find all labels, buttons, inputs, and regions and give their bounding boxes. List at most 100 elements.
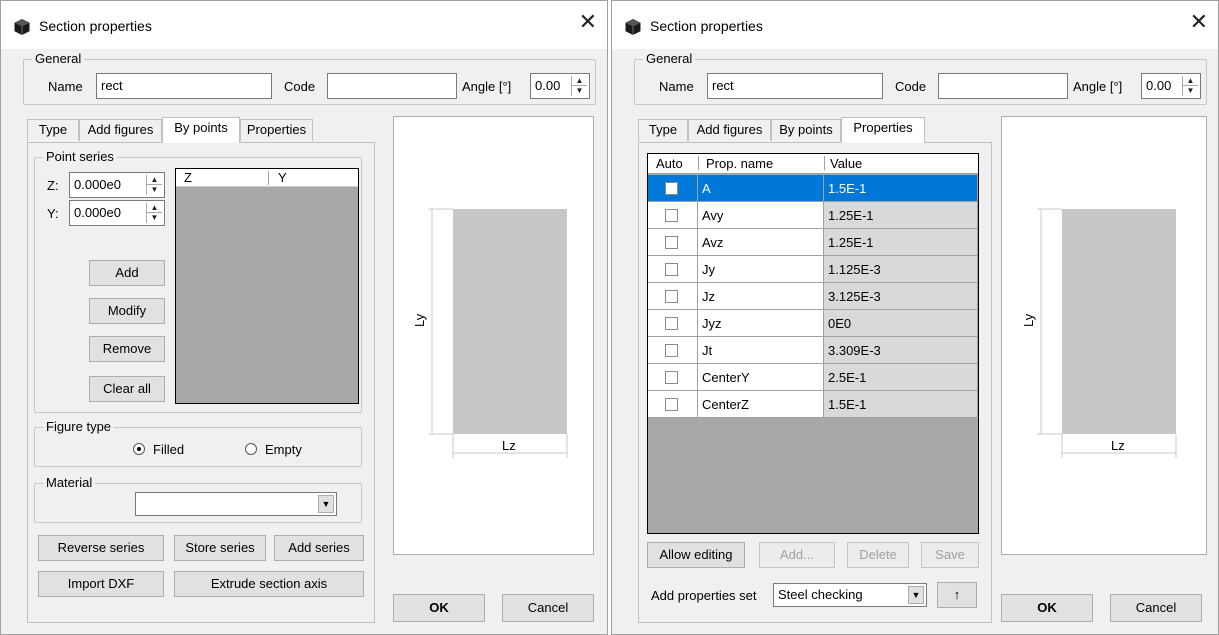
title-bar[interactable]: Section properties ✕ xyxy=(612,1,1218,49)
auto-checkbox[interactable] xyxy=(665,344,678,357)
spin-down-icon[interactable]: ▼ xyxy=(1183,86,1198,96)
add-property-button[interactable]: Add... xyxy=(759,542,835,568)
z-spin-buttons[interactable]: ▲ ▼ xyxy=(146,175,162,195)
spin-up-icon[interactable]: ▲ xyxy=(1183,76,1198,86)
auto-cell[interactable] xyxy=(648,175,698,202)
tab-by-points[interactable]: By points xyxy=(162,117,240,143)
auto-checkbox[interactable] xyxy=(665,290,678,303)
properties-grid[interactable]: Auto Prop. name Value A 1.5E-1 Avy 1.25E… xyxy=(647,153,979,534)
auto-cell[interactable] xyxy=(648,256,698,283)
prop-value-cell[interactable]: 3.125E-3 xyxy=(824,283,978,310)
points-list[interactable]: Z Y xyxy=(175,168,359,404)
prop-name-cell[interactable]: Avy xyxy=(698,202,824,229)
tab-properties[interactable]: Properties xyxy=(841,117,925,143)
clear-all-button[interactable]: Clear all xyxy=(89,376,165,402)
auto-checkbox[interactable] xyxy=(665,182,678,195)
prop-name-cell[interactable]: Jz xyxy=(698,283,824,310)
auto-checkbox[interactable] xyxy=(665,317,678,330)
prop-value-cell[interactable]: 1.5E-1 xyxy=(824,391,978,418)
auto-checkbox[interactable] xyxy=(665,209,678,222)
tab-by-points[interactable]: By points xyxy=(771,119,841,141)
prop-value-cell[interactable]: 1.125E-3 xyxy=(824,256,978,283)
save-properties-button[interactable]: Save xyxy=(921,542,979,568)
z-input[interactable]: 0.000e0 ▲ ▼ xyxy=(69,172,165,198)
table-row[interactable]: Jz 3.125E-3 xyxy=(648,283,978,310)
ok-button[interactable]: OK xyxy=(1001,594,1093,622)
name-input[interactable]: rect xyxy=(96,73,272,99)
table-row[interactable]: Jyz 0E0 xyxy=(648,310,978,337)
auto-cell[interactable] xyxy=(648,364,698,391)
add-point-button[interactable]: Add xyxy=(89,260,165,286)
auto-cell[interactable] xyxy=(648,337,698,364)
auto-checkbox[interactable] xyxy=(665,263,678,276)
angle-spin-buttons[interactable]: ▲ ▼ xyxy=(1182,76,1198,96)
code-input[interactable] xyxy=(327,73,457,99)
modify-point-button[interactable]: Modify xyxy=(89,298,165,324)
auto-checkbox[interactable] xyxy=(665,398,678,411)
tab-type[interactable]: Type xyxy=(27,119,79,141)
prop-name-cell[interactable]: CenterZ xyxy=(698,391,824,418)
auto-checkbox[interactable] xyxy=(665,371,678,384)
cancel-button[interactable]: Cancel xyxy=(502,594,594,622)
auto-cell[interactable] xyxy=(648,229,698,256)
filled-radio[interactable] xyxy=(133,443,145,455)
table-row[interactable]: CenterZ 1.5E-1 xyxy=(648,391,978,418)
up-arrow-button[interactable]: ↑ xyxy=(937,582,977,608)
tab-add-figures[interactable]: Add figures xyxy=(79,119,162,141)
prop-value-cell[interactable]: 1.25E-1 xyxy=(824,229,978,256)
angle-stepper[interactable]: 0.00 ▲ ▼ xyxy=(1141,73,1201,99)
table-row[interactable]: A 1.5E-1 xyxy=(648,175,978,202)
dropdown-arrow-icon[interactable]: ▼ xyxy=(908,586,924,604)
close-icon[interactable]: ✕ xyxy=(1190,11,1208,33)
table-row[interactable]: Jt 3.309E-3 xyxy=(648,337,978,364)
auto-cell[interactable] xyxy=(648,202,698,229)
ok-button[interactable]: OK xyxy=(393,594,485,622)
name-input[interactable]: rect xyxy=(707,73,883,99)
prop-name-cell[interactable]: Jyz xyxy=(698,310,824,337)
table-row[interactable]: Avy 1.25E-1 xyxy=(648,202,978,229)
material-select[interactable]: ▼ xyxy=(135,492,337,516)
column-separator[interactable] xyxy=(268,171,269,185)
delete-property-button[interactable]: Delete xyxy=(847,542,909,568)
auto-cell[interactable] xyxy=(648,310,698,337)
column-value[interactable]: Value xyxy=(830,156,862,172)
column-separator[interactable] xyxy=(698,156,699,170)
extrude-section-axis-button[interactable]: Extrude section axis xyxy=(174,571,364,597)
properties-set-select[interactable]: Steel checking ▼ xyxy=(773,583,927,607)
auto-checkbox[interactable] xyxy=(665,236,678,249)
empty-radio[interactable] xyxy=(245,443,257,455)
prop-value-cell[interactable]: 2.5E-1 xyxy=(824,364,978,391)
auto-cell[interactable] xyxy=(648,391,698,418)
prop-value-cell[interactable]: 3.309E-3 xyxy=(824,337,978,364)
tab-properties[interactable]: Properties xyxy=(240,119,313,141)
column-y[interactable]: Y xyxy=(278,170,287,186)
dropdown-arrow-icon[interactable]: ▼ xyxy=(318,495,334,513)
cancel-button[interactable]: Cancel xyxy=(1110,594,1202,622)
prop-name-cell[interactable]: CenterY xyxy=(698,364,824,391)
import-dxf-button[interactable]: Import DXF xyxy=(38,571,164,597)
prop-name-cell[interactable]: Jt xyxy=(698,337,824,364)
tab-type[interactable]: Type xyxy=(638,119,688,141)
add-series-button[interactable]: Add series xyxy=(274,535,364,561)
spin-up-icon[interactable]: ▲ xyxy=(572,76,587,86)
column-auto[interactable]: Auto xyxy=(656,156,683,172)
prop-value-cell[interactable]: 0E0 xyxy=(824,310,978,337)
prop-name-cell[interactable]: A xyxy=(698,175,824,202)
table-row[interactable]: Jy 1.125E-3 xyxy=(648,256,978,283)
allow-editing-button[interactable]: Allow editing xyxy=(647,542,745,568)
spin-up-icon[interactable]: ▲ xyxy=(147,175,162,185)
table-row[interactable]: Avz 1.25E-1 xyxy=(648,229,978,256)
y-input[interactable]: 0.000e0 ▲ ▼ xyxy=(69,200,165,226)
prop-value-cell[interactable]: 1.25E-1 xyxy=(824,202,978,229)
prop-value-cell[interactable]: 1.5E-1 xyxy=(824,175,978,202)
spin-down-icon[interactable]: ▼ xyxy=(147,213,162,223)
spin-down-icon[interactable]: ▼ xyxy=(572,86,587,96)
column-prop-name[interactable]: Prop. name xyxy=(706,156,773,172)
reverse-series-button[interactable]: Reverse series xyxy=(38,535,164,561)
code-input[interactable] xyxy=(938,73,1068,99)
store-series-button[interactable]: Store series xyxy=(174,535,266,561)
y-spin-buttons[interactable]: ▲ ▼ xyxy=(146,203,162,223)
spin-down-icon[interactable]: ▼ xyxy=(147,185,162,195)
column-separator[interactable] xyxy=(824,156,825,170)
remove-point-button[interactable]: Remove xyxy=(89,336,165,362)
